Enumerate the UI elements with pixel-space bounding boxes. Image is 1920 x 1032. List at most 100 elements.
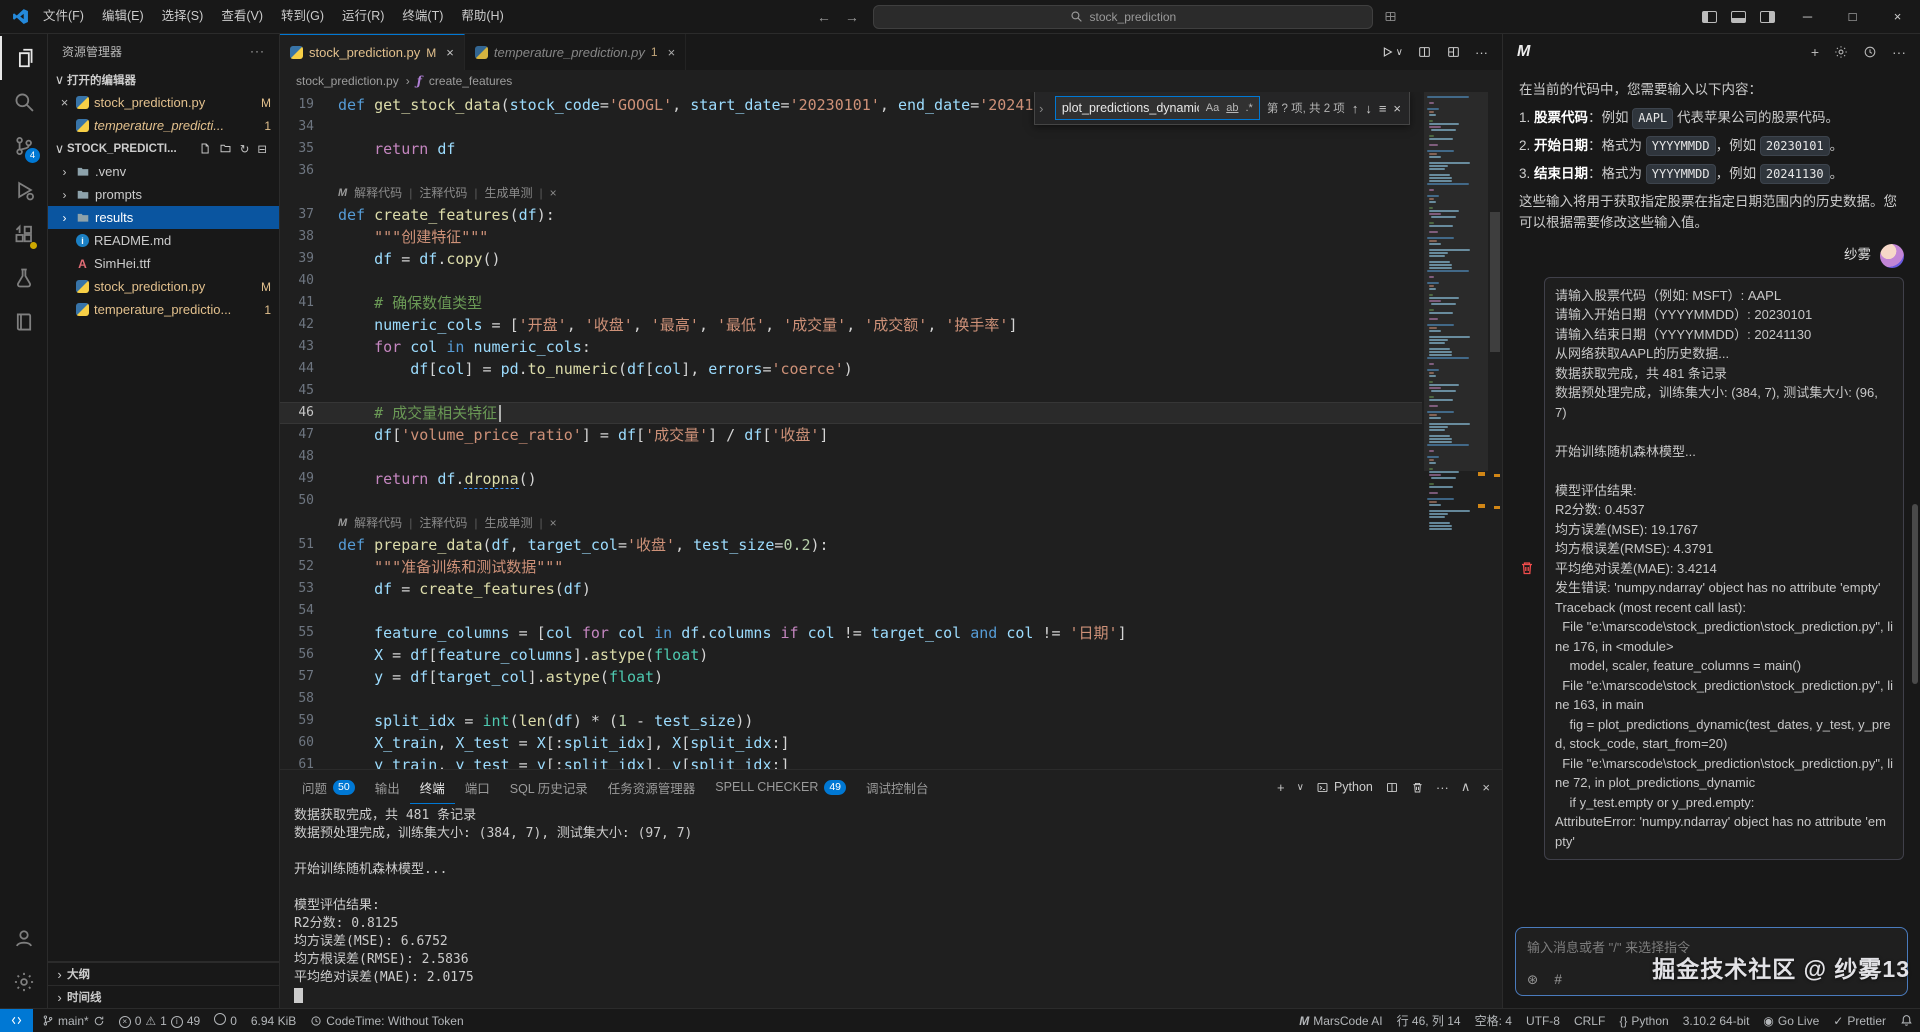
back-icon[interactable]: ← xyxy=(817,9,831,25)
cursor-position[interactable]: 行 46, 列 14 xyxy=(1390,1009,1468,1032)
regex-icon[interactable]: .* xyxy=(1246,102,1253,114)
code-line-42[interactable]: 42 numeric_cols = ['开盘', '收盘', '最高', '最低… xyxy=(280,314,1422,336)
tree-item-simhei-ttf[interactable]: ASimHei.ttf xyxy=(48,252,279,275)
open-editor-item[interactable]: ×stock_prediction.pyM xyxy=(48,91,279,114)
menu-item[interactable]: 编辑(E) xyxy=(93,0,153,33)
line-number[interactable]: 43 xyxy=(280,336,338,358)
code-line-37[interactable]: 37def create_features(df): xyxy=(280,204,1422,226)
line-number[interactable]: 40 xyxy=(280,270,338,292)
code-line-39[interactable]: 39 df = df.copy() xyxy=(280,248,1422,270)
problems[interactable]: ×0⚠1i49 xyxy=(112,1009,208,1032)
delete-message-icon[interactable] xyxy=(1519,560,1537,576)
codelens-close[interactable]: × xyxy=(550,182,557,204)
close-find-icon[interactable]: × xyxy=(1393,101,1401,116)
tab-close-icon[interactable]: × xyxy=(668,45,676,60)
maximize-panel-icon[interactable]: ∧ xyxy=(1461,779,1471,795)
panel-tab-任务资源管理器[interactable]: 任务资源管理器 xyxy=(598,770,706,804)
notifications[interactable] xyxy=(1893,1009,1920,1032)
line-number[interactable]: 34 xyxy=(280,116,338,138)
panel-tab-输出[interactable]: 输出 xyxy=(365,770,410,804)
line-number[interactable]: 39 xyxy=(280,248,338,270)
close-panel-icon[interactable]: × xyxy=(1482,780,1490,795)
chat-input[interactable]: 输入消息或者 "/" 来选择指令 ⊛ # xyxy=(1515,927,1908,996)
line-number[interactable]: 35 xyxy=(280,138,338,160)
menu-item[interactable]: 运行(R) xyxy=(333,0,393,33)
scrollbar-thumb[interactable] xyxy=(1490,212,1500,352)
code-line-57[interactable]: 57 y = df[target_col].astype(float) xyxy=(280,666,1422,688)
terminal-instance[interactable]: Python xyxy=(1316,780,1373,794)
code-line-54[interactable]: 54 xyxy=(280,600,1422,622)
breadcrumb-symbol[interactable]: create_features xyxy=(429,74,512,88)
open-editors-header[interactable]: ∨ 打开的编辑器 xyxy=(48,68,279,91)
next-match-icon[interactable]: ↓ xyxy=(1365,101,1372,116)
panel-tab-端口[interactable]: 端口 xyxy=(455,770,500,804)
chat-settings-icon[interactable] xyxy=(1834,45,1848,59)
line-number[interactable]: 58 xyxy=(280,688,338,710)
tree-item-readme-md[interactable]: iREADME.md xyxy=(48,229,279,252)
menu-item[interactable]: 文件(F) xyxy=(34,0,93,33)
line-number[interactable]: 53 xyxy=(280,578,338,600)
codelens-action[interactable]: 生成单测 xyxy=(484,182,532,204)
line-number[interactable]: 47 xyxy=(280,424,338,446)
find-in-selection-icon[interactable]: ≡ xyxy=(1379,101,1387,116)
codelens-action[interactable]: 解释代码 xyxy=(354,512,402,534)
timeline-section[interactable]: › 时间线 xyxy=(48,985,279,1008)
customize-layout-icon[interactable] xyxy=(1446,45,1461,59)
activity-source-control[interactable]: 4 xyxy=(0,124,47,168)
code-line-50[interactable]: 50 xyxy=(280,490,1422,512)
titlebar-extra-icon[interactable] xyxy=(1383,10,1398,23)
tab-close-icon[interactable]: × xyxy=(446,45,454,60)
sidebar-more-icon[interactable]: ··· xyxy=(250,44,265,58)
chat-scrollbar[interactable] xyxy=(1912,504,1918,684)
code-line-43[interactable]: 43 for col in numeric_cols: xyxy=(280,336,1422,358)
toggle-replace-icon[interactable]: › xyxy=(1035,92,1048,124)
run-dropdown-icon[interactable]: ∨ xyxy=(1396,47,1403,58)
tree-item--venv[interactable]: ›.venv xyxy=(48,160,279,183)
more-actions-icon[interactable]: ··· xyxy=(1475,45,1488,60)
context-hash-icon[interactable]: # xyxy=(1554,972,1562,988)
line-number[interactable]: 61 xyxy=(280,754,338,769)
code-line-47[interactable]: 47 df['volume_price_ratio'] = df['成交量'] … xyxy=(280,424,1422,446)
line-number[interactable]: 54 xyxy=(280,600,338,622)
code-line-41[interactable]: 41 # 确保数值类型 xyxy=(280,292,1422,314)
line-number[interactable]: 38 xyxy=(280,226,338,248)
panel-tab-终端[interactable]: 终端 xyxy=(410,770,455,804)
line-number[interactable]: 57 xyxy=(280,666,338,688)
menu-item[interactable]: 转到(G) xyxy=(272,0,333,33)
activity-extensions[interactable] xyxy=(0,212,47,256)
new-folder-icon[interactable] xyxy=(219,142,232,156)
open-editor-item[interactable]: temperature_predicti...1 xyxy=(48,114,279,137)
line-number[interactable]: 59 xyxy=(280,710,338,732)
activity-search[interactable] xyxy=(0,80,47,124)
codelens-action[interactable]: 解释代码 xyxy=(354,182,402,204)
code-line-53[interactable]: 53 df = create_features(df) xyxy=(280,578,1422,600)
line-number[interactable]: 50 xyxy=(280,490,338,512)
breadcrumb-file[interactable]: stock_prediction.py xyxy=(296,74,399,88)
indentation[interactable]: 空格: 4 xyxy=(1468,1009,1519,1032)
code-line-61[interactable]: 61 y_train, y_test = y[:split_idx], y[sp… xyxy=(280,754,1422,769)
line-number[interactable]: 48 xyxy=(280,446,338,468)
toggle-secondary-sidebar-icon[interactable] xyxy=(1760,11,1775,23)
activity-account[interactable] xyxy=(0,916,47,960)
line-number[interactable]: 19 xyxy=(280,94,338,116)
code-line-58[interactable]: 58 xyxy=(280,688,1422,710)
tree-item-results[interactable]: ›results xyxy=(48,206,279,229)
close-icon[interactable]: × xyxy=(58,95,71,110)
code-line-46[interactable]: 46 # 成交量相关特征 xyxy=(280,402,1422,424)
code-lines[interactable]: 19def get_stock_data(stock_code='GOOGL',… xyxy=(280,94,1422,769)
code-line-59[interactable]: 59 split_idx = int(len(df) * (1 - test_s… xyxy=(280,710,1422,732)
git-branch[interactable]: main* xyxy=(35,1009,112,1032)
remote-indicator[interactable] xyxy=(0,1009,33,1032)
commands-icon[interactable]: ⊛ xyxy=(1527,972,1538,988)
prettier[interactable]: ✓Prettier xyxy=(1826,1009,1893,1032)
activity-testing[interactable] xyxy=(0,256,47,300)
refresh-icon[interactable]: ↻ xyxy=(240,142,250,156)
code-line-49[interactable]: 49 return df.dropna() xyxy=(280,468,1422,490)
panel-tab-调试控制台[interactable]: 调试控制台 xyxy=(856,770,939,804)
code-line-60[interactable]: 60 X_train, X_test = X[:split_idx], X[sp… xyxy=(280,732,1422,754)
project-header[interactable]: ∨ STOCK_PREDICTI... ↻ ⊟ xyxy=(48,137,279,160)
tree-item-prompts[interactable]: ›prompts xyxy=(48,183,279,206)
line-number[interactable]: 36 xyxy=(280,160,338,182)
split-editor-icon[interactable] xyxy=(1417,45,1432,59)
panel-more-icon[interactable]: ··· xyxy=(1436,780,1449,795)
